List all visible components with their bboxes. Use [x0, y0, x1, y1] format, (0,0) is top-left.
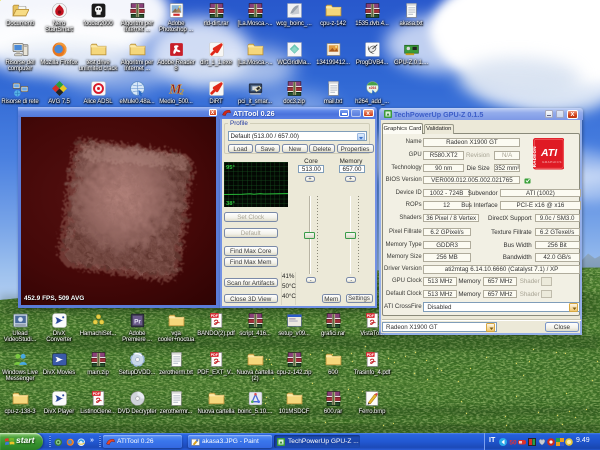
svg-text:GRAPHICS: GRAPHICS [542, 160, 562, 164]
svg-text:ATI: ATI [540, 147, 558, 159]
svg-text:38°: 38° [226, 201, 235, 207]
svg-text:95°: 95° [226, 165, 235, 171]
svg-text:RADEON: RADEON [533, 146, 537, 167]
svg-text:50: 50 [509, 439, 517, 446]
